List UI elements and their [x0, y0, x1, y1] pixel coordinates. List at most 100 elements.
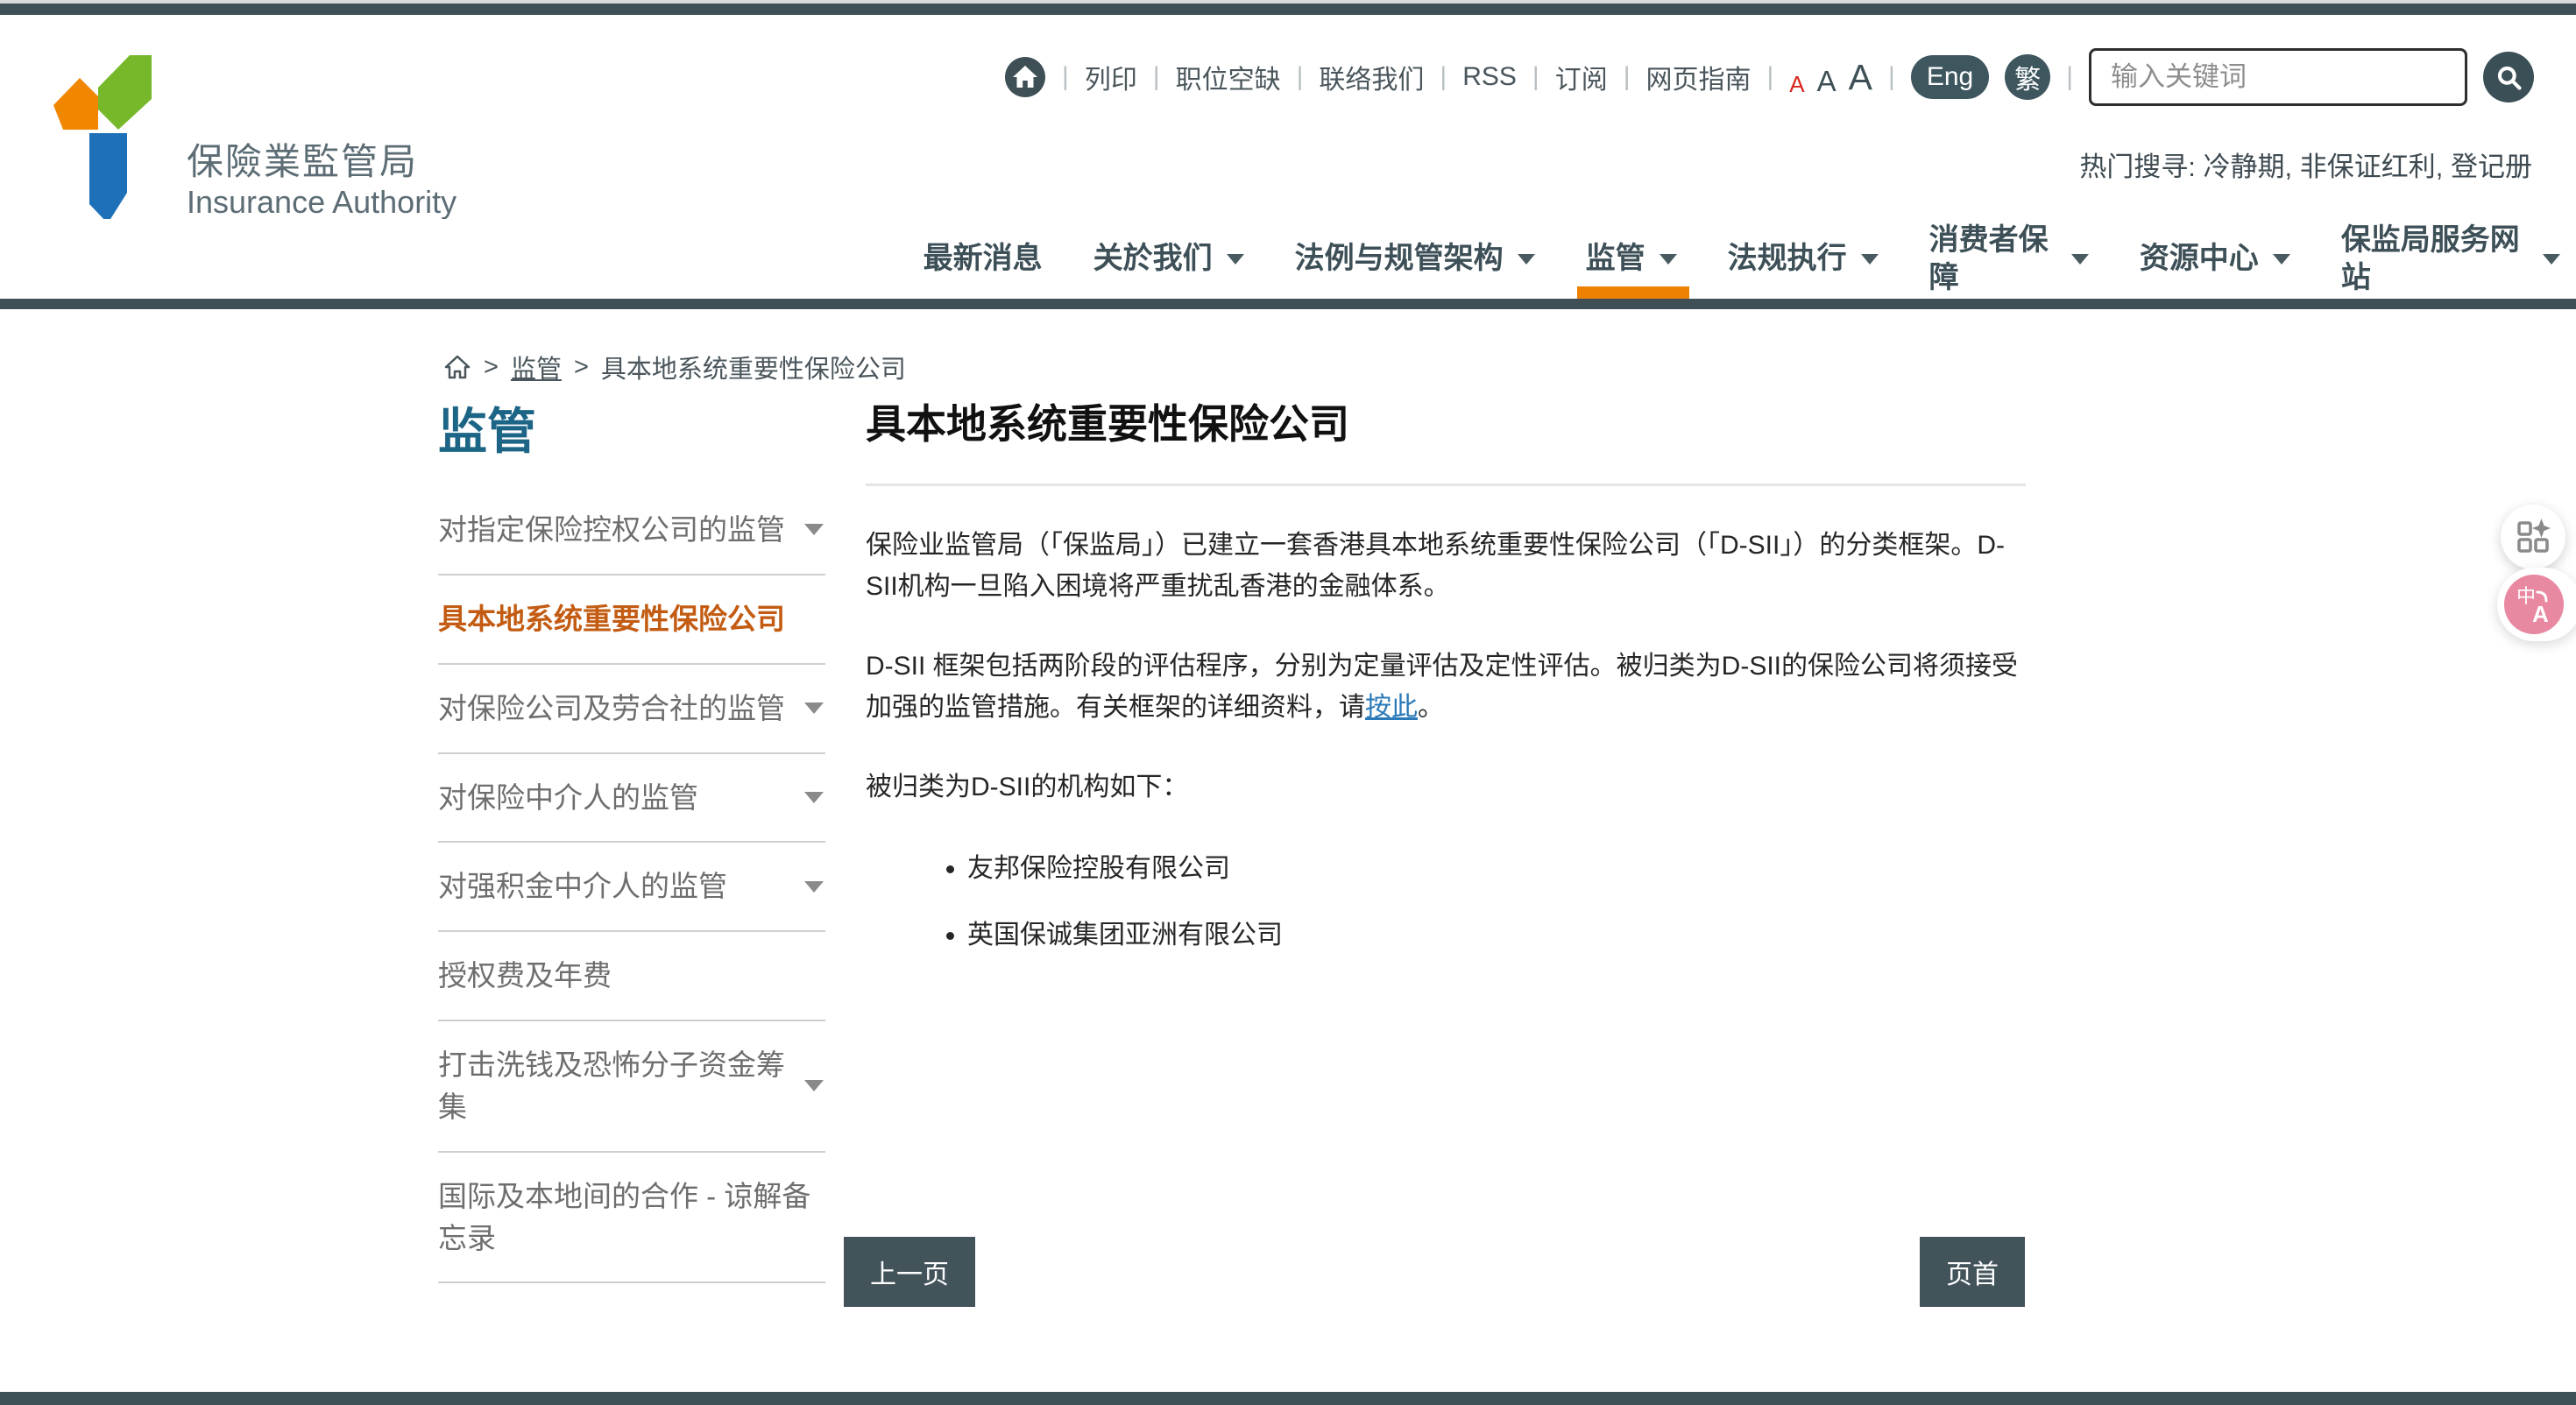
page-title: 具本地系统重要性保险公司 — [866, 392, 2026, 450]
utility-link[interactable]: RSS — [1462, 62, 1517, 92]
chevron-down-icon — [2071, 254, 2089, 265]
breadcrumb-link[interactable]: 监管 — [511, 349, 562, 385]
nav-item-消费者保障[interactable]: 消费者保障 — [1929, 219, 2089, 299]
title-divider — [866, 484, 2026, 486]
utility-bar: |列印|职位空缺|联络我们|RSS|订阅|网页指南| A A A | Eng 繁… — [1004, 48, 2534, 106]
chevron-down-icon — [804, 881, 824, 893]
sidebar-item-label: 授权费及年费 — [438, 955, 612, 997]
sidebar-item-对指定保险控权公司的监管[interactable]: 对指定保险控权公司的监管 — [438, 486, 825, 575]
nav-item-label: 保监局服务网站 — [2341, 222, 2529, 296]
chevron-down-icon — [2543, 254, 2560, 265]
search-button[interactable] — [2483, 52, 2534, 102]
dsii-company-item: 英国保诚集团亚洲有限公司 — [967, 913, 2026, 951]
language-english-button[interactable]: Eng — [1911, 55, 1989, 99]
dsii-company-list: 友邦保险控股有限公司英国保诚集团亚洲有限公司 — [866, 846, 2026, 951]
nav-item-法例与规管架构[interactable]: 法例与规管架构 — [1295, 219, 1535, 299]
sidebar-item-label: 具本地系统重要性保险公司 — [438, 598, 785, 640]
header: 保險業監管局 Insurance Authority | 列印 | 职位空缺 | 联络我们… — [0, 15, 2576, 219]
sidebar-item-label: 对保险公司及劳合社的监管 — [438, 688, 785, 730]
utility-link[interactable]: 列印 — [1085, 58, 1137, 96]
chevron-down-icon — [1660, 254, 1677, 265]
chevron-down-icon — [804, 702, 824, 714]
back-to-top-button[interactable]: 页首 — [1920, 1237, 2025, 1307]
sidebar-item-具本地系统重要性保险公司[interactable]: 具本地系统重要性保险公司 — [438, 575, 825, 665]
font-size-small-button[interactable]: A — [1789, 71, 1804, 98]
breadcrumb-separator: > — [574, 353, 589, 382]
translate-widget-button[interactable]: 中 A — [2497, 568, 2576, 641]
nav-item-label: 监管 — [1586, 240, 1645, 278]
separator: | — [1888, 62, 1895, 92]
separator: | — [1624, 62, 1631, 92]
translate-icon: 中 A — [2504, 575, 2564, 634]
nav-item-label: 消费者保障 — [1929, 222, 2057, 296]
sidebar-item-对保险公司及劳合社的监管[interactable]: 对保险公司及劳合社的监管 — [438, 665, 825, 754]
nav-item-label: 资源中心 — [2140, 240, 2259, 278]
sidebar-item-对保险中介人的监管[interactable]: 对保险中介人的监管 — [438, 754, 825, 844]
nav-item-关於我们[interactable]: 关於我们 — [1093, 219, 1244, 299]
separator: | — [1062, 62, 1069, 92]
sidebar-item-label: 国际及本地间的合作 - 谅解备忘录 — [438, 1176, 824, 1260]
sidebar-item-打击洗钱及恐怖分子资金筹集[interactable]: 打击洗钱及恐怖分子资金筹集 — [438, 1021, 825, 1153]
separator: | — [1532, 62, 1539, 92]
utility-link[interactable]: 职位空缺 — [1176, 58, 1281, 96]
dsii-company-item: 友邦保险控股有限公司 — [967, 846, 2026, 885]
chevron-down-icon — [1861, 254, 1879, 265]
site-logo[interactable]: 保險業監管局 Insurance Authority — [48, 48, 456, 228]
chevron-down-icon — [804, 524, 824, 535]
sidebar-item-label: 打击洗钱及恐怖分子资金筹集 — [438, 1044, 789, 1128]
sidebar: 监管 对指定保险控权公司的监管具本地系统重要性保险公司对保险公司及劳合社的监管对… — [438, 392, 825, 1283]
sidebar-item-label: 对强积金中介人的监管 — [438, 865, 727, 907]
sidebar-menu: 对指定保险控权公司的监管具本地系统重要性保险公司对保险公司及劳合社的监管对保险中… — [438, 486, 825, 1283]
chevron-down-icon — [2273, 254, 2290, 265]
top-slate-bar — [0, 4, 2576, 15]
breadcrumb-home-icon[interactable] — [443, 353, 471, 381]
language-traditional-button[interactable]: 繁 — [2005, 54, 2050, 100]
nav-item-label: 法例与规管架构 — [1295, 240, 1504, 278]
paragraph-2: D-SII 框架包括两阶段的评估程序，分别为定量评估及定性评估。被归类为D-SI… — [866, 646, 2026, 728]
paragraph-1: 保险业监管局（「保监局」）已建立一套香港具本地系统重要性保险公司（「D-SII」… — [866, 525, 2026, 607]
utility-link[interactable]: 联络我们 — [1319, 58, 1424, 96]
sidebar-item-国际及本地间的合作 - 谅解备忘录[interactable]: 国际及本地间的合作 - 谅解备忘录 — [438, 1153, 825, 1284]
logo-name-zh: 保險業監管局 — [187, 141, 456, 183]
logo-text: 保險業監管局 Insurance Authority — [187, 141, 456, 221]
font-size-controls: A A A — [1789, 57, 1872, 98]
paragraph-3: 被归类为D-SII的机构如下： — [866, 766, 2026, 808]
separator: | — [2066, 62, 2073, 92]
footer-bar — [0, 1392, 2576, 1405]
hot-search-text[interactable]: 热门搜寻: 冷静期, 非保证红利, 登记册 — [2079, 145, 2532, 184]
sidebar-item-对强积金中介人的监管[interactable]: 对强积金中介人的监管 — [438, 843, 825, 932]
details-link[interactable]: 按此 — [1365, 693, 1418, 722]
active-nav-indicator — [1577, 286, 1689, 299]
search-input[interactable] — [2089, 48, 2467, 106]
utility-link[interactable]: 网页指南 — [1646, 58, 1752, 96]
font-size-large-button[interactable]: A — [1849, 57, 1872, 98]
separator: | — [1297, 62, 1304, 92]
nav-item-法规执行[interactable]: 法规执行 — [1728, 219, 1879, 299]
utility-link[interactable]: 订阅 — [1555, 58, 1608, 96]
sidebar-item-label: 对指定保险控权公司的监管 — [438, 509, 785, 551]
main-navigation: 最新消息 关於我们 法例与规管架构 监管 法规执行 消费者保障 资源中心 保监局服务网站 — [0, 219, 2576, 309]
nav-item-label: 最新消息 — [924, 240, 1043, 278]
sidebar-item-授权费及年费[interactable]: 授权费及年费 — [438, 932, 825, 1021]
nav-item-保监局服务网站[interactable]: 保监局服务网站 — [2341, 219, 2560, 299]
nav-item-label: 关於我们 — [1093, 240, 1213, 278]
chevron-down-icon — [1227, 254, 1244, 265]
previous-page-button[interactable]: 上一页 — [844, 1237, 975, 1307]
font-size-medium-button[interactable]: A — [1817, 65, 1836, 98]
logo-name-en: Insurance Authority — [187, 183, 456, 221]
separator: | — [1440, 62, 1447, 92]
home-icon[interactable] — [1004, 56, 1046, 98]
main-content: 具本地系统重要性保险公司 保险业监管局（「保监局」）已建立一套香港具本地系统重要… — [866, 392, 2026, 979]
breadcrumb-current: 具本地系统重要性保险公司 — [601, 349, 906, 385]
paragraph-2-end: 。 — [1418, 693, 1444, 722]
breadcrumb: > 监管 > 具本地系统重要性保险公司 — [443, 349, 906, 385]
page-buttons: 上一页 页首 — [844, 1237, 2025, 1307]
utility-links: |列印|职位空缺|联络我们|RSS|订阅|网页指南| — [1062, 58, 1773, 96]
nav-item-资源中心[interactable]: 资源中心 — [2140, 219, 2290, 299]
nav-item-label: 法规执行 — [1728, 240, 1847, 278]
nav-item-监管[interactable]: 监管 — [1586, 219, 1677, 299]
extension-grid-button[interactable] — [2501, 505, 2565, 569]
page: 保險業監管局 Insurance Authority | 列印 | 职位空缺 | 联络我们… — [0, 0, 2576, 1405]
chevron-down-icon — [1518, 254, 1535, 265]
nav-item-最新消息[interactable]: 最新消息 — [924, 219, 1043, 299]
